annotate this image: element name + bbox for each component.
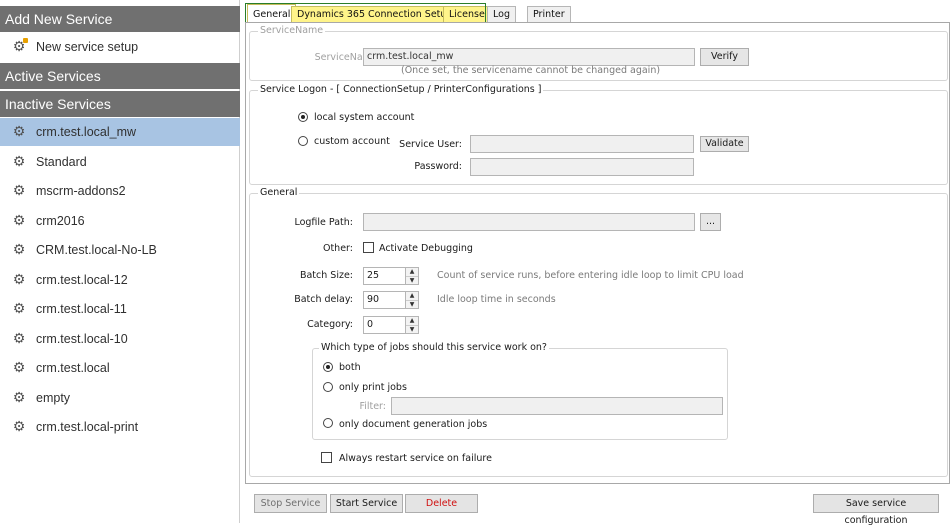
local-system-account-radio[interactable] bbox=[298, 112, 308, 122]
stop-service-button[interactable]: Stop Service bbox=[254, 494, 327, 513]
gear-icon: ⚙ bbox=[12, 183, 26, 199]
inactive-service-label: crm2016 bbox=[36, 213, 85, 228]
spin-down-icon[interactable]: ▼ bbox=[406, 325, 418, 333]
spin-down-icon[interactable]: ▼ bbox=[406, 300, 418, 308]
password-label: Password: bbox=[414, 161, 462, 172]
batch-delay-arrows[interactable]: ▲ ▼ bbox=[405, 291, 419, 309]
filter-input[interactable] bbox=[391, 397, 723, 415]
restart-on-failure-label: Always restart service on failure bbox=[339, 453, 492, 464]
gear-icon: ⚙ bbox=[12, 330, 26, 347]
save-service-configuration-button[interactable]: Save service configuration bbox=[813, 494, 939, 526]
inactive-service-label: crm.test.local-print bbox=[36, 420, 139, 434]
validate-button[interactable]: Validate bbox=[700, 136, 749, 152]
gear-icon: ⚙ bbox=[12, 271, 26, 288]
gear-icon: ⚙ bbox=[12, 212, 26, 229]
spin-up-icon[interactable]: ▲ bbox=[406, 268, 418, 276]
batch-delay-label: Batch delay: bbox=[294, 294, 353, 305]
inactive-service-item[interactable]: ⚙ Standard bbox=[0, 148, 240, 176]
servicename-input[interactable]: crm.test.local_mw bbox=[363, 48, 695, 66]
inactive-service-item[interactable]: ⚙ crm.test.local-11 bbox=[0, 295, 240, 323]
spin-down-icon[interactable]: ▼ bbox=[406, 276, 418, 284]
inactive-service-label: crm.test.local-10 bbox=[36, 331, 128, 346]
inactive-service-label: crm.test.local-12 bbox=[36, 272, 128, 287]
logfile-path-input[interactable] bbox=[363, 213, 695, 231]
start-service-button[interactable]: Start Service bbox=[330, 494, 403, 513]
category-arrows[interactable]: ▲ ▼ bbox=[405, 316, 419, 334]
service-logon-group-title: Service Logon - [ ConnectionSetup / Prin… bbox=[258, 84, 544, 95]
tab-license[interactable]: License bbox=[443, 6, 491, 22]
logfile-path-label: Logfile Path: bbox=[294, 217, 353, 228]
inactive-service-label: mscrm-addons2 bbox=[36, 184, 126, 198]
activate-debugging-checkbox[interactable] bbox=[363, 242, 374, 253]
password-input[interactable] bbox=[470, 158, 694, 176]
inactive-service-label: Standard bbox=[36, 154, 87, 169]
add-new-service-header: Add New Service bbox=[0, 6, 240, 32]
document-jobs-label: only document generation jobs bbox=[339, 419, 488, 430]
custom-account-radio[interactable] bbox=[298, 136, 308, 146]
inactive-services-header[interactable]: Inactive Services bbox=[0, 91, 240, 117]
gear-icon: ⚙ bbox=[12, 419, 26, 435]
local-system-account-label: local system account bbox=[314, 112, 415, 123]
document-jobs-radio[interactable] bbox=[323, 418, 333, 428]
batch-size-note: Count of service runs, before entering i… bbox=[437, 270, 744, 281]
tab-log[interactable]: Log bbox=[487, 6, 516, 22]
gear-icon: ⚙ bbox=[12, 153, 26, 170]
other-label: Other: bbox=[322, 243, 353, 254]
new-service-label: New service setup bbox=[36, 40, 139, 54]
inactive-service-item[interactable]: ⚙ mscrm-addons2 bbox=[0, 177, 240, 205]
inactive-service-label: empty bbox=[36, 390, 71, 405]
batch-delay-value[interactable]: 90 bbox=[363, 291, 407, 309]
servicename-group-title: ServiceName bbox=[258, 25, 326, 36]
batch-size-value[interactable]: 25 bbox=[363, 267, 407, 285]
verify-button[interactable]: Verify bbox=[700, 48, 749, 66]
spin-up-icon[interactable]: ▲ bbox=[406, 317, 418, 325]
inactive-service-item[interactable]: ⚙ CRM.test.local-No-LB bbox=[0, 236, 240, 264]
inactive-service-item[interactable]: ⚙ crm.test.local_mw bbox=[0, 118, 240, 146]
delete-button[interactable]: Delete bbox=[405, 494, 478, 513]
gear-icon: ⚙ bbox=[12, 124, 26, 140]
batch-delay-note: Idle loop time in seconds bbox=[437, 294, 556, 305]
category-label: Category: bbox=[307, 319, 353, 330]
service-user-input[interactable] bbox=[470, 135, 694, 153]
spin-up-icon[interactable]: ▲ bbox=[406, 292, 418, 300]
gear-icon: ⚙ bbox=[12, 389, 26, 406]
tab-general[interactable]: General bbox=[247, 4, 297, 23]
new-service-setup-item[interactable]: ⚙ New service setup bbox=[0, 33, 240, 61]
inactive-service-item[interactable]: ⚙ empty bbox=[0, 384, 240, 412]
gear-icon: ⚙ bbox=[12, 360, 26, 376]
tab-dynamics-365-connection-setup[interactable]: Dynamics 365 Connection Setup bbox=[291, 6, 459, 22]
gear-icon: ⚙ bbox=[12, 301, 26, 317]
inactive-service-item[interactable]: ⚙ crm.test.local-print bbox=[0, 413, 240, 441]
general-group-title: General bbox=[258, 187, 300, 198]
job-type-group-title: Which type of jobs should this service w… bbox=[319, 342, 549, 353]
activate-debugging-label: Activate Debugging bbox=[379, 243, 473, 254]
inactive-service-label: CRM.test.local-No-LB bbox=[36, 243, 157, 257]
inactive-service-item[interactable]: ⚙ crm2016 bbox=[0, 207, 240, 235]
inactive-service-label: crm.test.local_mw bbox=[36, 125, 137, 139]
browse-logfile-button[interactable]: ... bbox=[700, 213, 721, 231]
batch-size-arrows[interactable]: ▲ ▼ bbox=[405, 267, 419, 285]
gear-icon: ⚙ bbox=[12, 242, 26, 258]
new-gear-icon: ⚙ bbox=[12, 38, 28, 55]
inactive-service-label: crm.test.local-11 bbox=[36, 302, 127, 316]
print-jobs-label: only print jobs bbox=[339, 382, 407, 393]
inactive-service-item[interactable]: ⚙ crm.test.local-12 bbox=[0, 266, 240, 294]
service-sidebar: Add New Service ⚙ New service setup Acti… bbox=[0, 0, 240, 523]
inactive-service-item[interactable]: ⚙ crm.test.local bbox=[0, 354, 240, 382]
batch-size-label: Batch Size: bbox=[299, 270, 353, 281]
tab-printer[interactable]: Printer bbox=[527, 6, 571, 22]
active-services-header[interactable]: Active Services bbox=[0, 63, 240, 89]
print-jobs-radio[interactable] bbox=[323, 382, 333, 392]
category-value[interactable]: 0 bbox=[363, 316, 407, 334]
service-user-label: Service User: bbox=[399, 139, 462, 150]
both-jobs-radio[interactable] bbox=[323, 362, 333, 372]
filter-label: Filter: bbox=[359, 401, 386, 412]
restart-on-failure-checkbox[interactable] bbox=[321, 452, 332, 463]
servicename-note: (Once set, the servicename cannot be cha… bbox=[401, 65, 661, 76]
both-jobs-label: both bbox=[339, 362, 361, 373]
inactive-service-label: crm.test.local bbox=[36, 361, 110, 375]
general-tab-panel: ServiceName ServiceName: crm.test.local_… bbox=[245, 22, 950, 484]
inactive-service-item[interactable]: ⚙ crm.test.local-10 bbox=[0, 325, 240, 353]
